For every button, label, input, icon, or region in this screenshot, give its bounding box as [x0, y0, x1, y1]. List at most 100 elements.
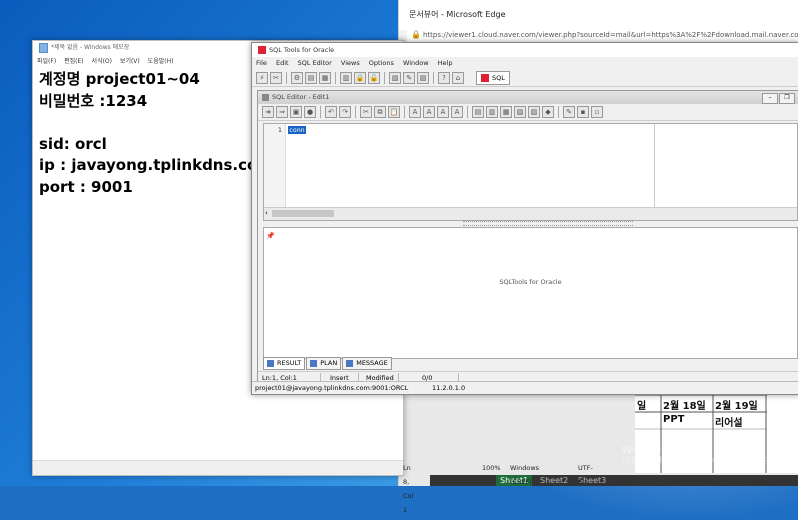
toolbar-separator: [558, 106, 559, 118]
menu-options[interactable]: Options: [369, 59, 394, 67]
info-icon[interactable]: ?: [438, 71, 450, 84]
toolbar-separator: [335, 71, 336, 84]
home-icon[interactable]: ⌂: [452, 71, 464, 84]
result-pane[interactable]: 📌 SQLTools for Oracle: [263, 227, 798, 359]
tab-result[interactable]: RESULT: [263, 357, 306, 370]
object-icon[interactable]: ▦: [319, 71, 331, 84]
replace-icon[interactable]: A: [437, 106, 449, 118]
menu-window[interactable]: Window: [403, 59, 429, 67]
sheet-tabs: Sheet1 Sheet2 Sheet3: [430, 475, 798, 486]
plan-tab-icon: [310, 360, 318, 367]
menu-edit[interactable]: Edit: [276, 59, 289, 67]
sql-tab-label: SQL: [492, 73, 505, 82]
browser-icon[interactable]: ▤: [305, 71, 317, 84]
uncomment-icon[interactable]: ▦: [500, 106, 512, 118]
menu-sql-editor[interactable]: SQL Editor: [298, 59, 332, 67]
toolbar-separator: [433, 71, 434, 84]
stop-icon[interactable]: ●: [304, 106, 316, 118]
tab-message[interactable]: MESSAGE: [342, 357, 392, 370]
sheet-cell[interactable]: 리어설: [715, 414, 743, 429]
toolbar-separator: [286, 71, 287, 84]
save-icon[interactable]: ▪: [577, 106, 589, 118]
menu-file[interactable]: 파일(F): [37, 58, 56, 65]
tab-plan-label: PLAN: [320, 359, 338, 367]
unlock-icon[interactable]: 🔓: [368, 71, 380, 84]
eraser-icon[interactable]: ✎: [563, 106, 575, 118]
paste-icon[interactable]: 📋: [388, 106, 400, 118]
sqltools-menubar: File Edit SQL Editor Views Options Windo…: [252, 57, 798, 69]
result-tabs: RESULT PLAN MESSAGE: [263, 357, 392, 370]
minimize-button[interactable]: –: [762, 93, 778, 104]
redo-icon[interactable]: ↷: [339, 106, 351, 118]
sqltools-title: SQL Tools for Oracle: [269, 46, 335, 54]
chart-icon[interactable]: ▨: [417, 71, 429, 84]
disconnect-icon[interactable]: ✂: [270, 71, 282, 84]
lock-icon[interactable]: 🔒: [354, 71, 366, 84]
indent-icon[interactable]: ▧: [514, 106, 526, 118]
sheet-cell[interactable]: PPT: [663, 414, 684, 425]
tools-icon[interactable]: ✎: [403, 71, 415, 84]
edge-title: 문서뷰어 - Microsoft Edge: [399, 0, 798, 30]
format-icon[interactable]: ▤: [472, 106, 484, 118]
toolbar-separator: [467, 106, 468, 118]
menu-edit[interactable]: 편집(E): [64, 58, 84, 65]
sheet-cell[interactable]: 일: [637, 397, 646, 412]
menu-file[interactable]: File: [256, 59, 267, 67]
explain-icon[interactable]: ▣: [290, 106, 302, 118]
sql-code-editor[interactable]: 1 conn ‹: [263, 123, 798, 221]
menu-view[interactable]: 보기(V): [120, 58, 140, 65]
connect-icon[interactable]: ⚡: [256, 71, 268, 84]
sheet-cell[interactable]: 2월 18일: [663, 397, 706, 412]
status-line-ending: Windows (CRLF): [510, 464, 540, 486]
sqltools-toolbar: ⚡ ✂ ⚙ ▤ ▦ ▥ 🔒 🔓 ▧ ✎ ▨ ? ⌂ SQL: [252, 69, 798, 87]
grid-icon[interactable]: ▥: [340, 71, 352, 84]
sheet-tab[interactable]: Sheet2: [540, 475, 568, 486]
edge-address-bar[interactable]: 🔒 https://viewer1.cloud.naver.com/viewer…: [407, 28, 798, 43]
tab-plan[interactable]: PLAN: [306, 357, 342, 370]
menu-views[interactable]: Views: [341, 59, 360, 67]
menu-help[interactable]: Help: [438, 59, 453, 67]
menu-help[interactable]: 도움말(H): [148, 58, 174, 65]
schema-icon[interactable]: ⚙: [291, 71, 303, 84]
sql-editor-toolbar: ➜ ⇒ ▣ ● ↶ ↷ ✂ ⧉ 📋 A A A A ▤ ▥ ▦ ▧ ▨ ◆ ✎ …: [258, 104, 798, 121]
result-tab-icon: [267, 360, 274, 367]
cut-icon[interactable]: ✂: [360, 106, 372, 118]
outdent-icon[interactable]: ▨: [528, 106, 540, 118]
notepad-icon: [39, 42, 48, 53]
sheet-cell[interactable]: 2월 19일: [715, 397, 758, 412]
pin-icon[interactable]: 📌: [266, 232, 275, 240]
scrollbar-thumb[interactable]: [272, 210, 334, 217]
horizontal-scrollbar[interactable]: ‹: [264, 207, 797, 220]
restore-button[interactable]: ❐: [779, 93, 795, 104]
execute-icon[interactable]: ➜: [262, 106, 274, 118]
goto-icon[interactable]: A: [451, 106, 463, 118]
pane-splitter[interactable]: [463, 221, 633, 226]
sql-editor-tab[interactable]: SQL: [476, 70, 510, 85]
notepad-text-area[interactable]: 계정명 project01~04 비밀번호 :1234 sid: orcl ip…: [39, 69, 273, 198]
status-encoding: UTF-8: [578, 464, 593, 486]
save-as-icon[interactable]: ▫: [591, 106, 603, 118]
find-next-icon[interactable]: A: [423, 106, 435, 118]
find-icon[interactable]: A: [409, 106, 421, 118]
message-tab-icon: [346, 360, 354, 367]
code-line[interactable]: conn: [288, 126, 306, 134]
tab-result-label: RESULT: [277, 359, 302, 367]
menu-format[interactable]: 서식(O): [92, 58, 112, 65]
lock-icon: 🔒: [411, 30, 421, 39]
selected-code-text[interactable]: conn: [288, 126, 306, 134]
execute-all-icon[interactable]: ⇒: [276, 106, 288, 118]
sql-editor-title: SQL Editor - Edit1: [272, 93, 330, 101]
copy-icon[interactable]: ⧉: [374, 106, 386, 118]
comment-icon[interactable]: ▥: [486, 106, 498, 118]
edge-url-text: https://viewer1.cloud.naver.com/viewer.p…: [423, 31, 798, 39]
scroll-left-icon[interactable]: ‹: [265, 208, 268, 219]
bookmark-icon[interactable]: ◆: [542, 106, 554, 118]
toolbar-separator: [404, 106, 405, 118]
report-icon[interactable]: ▧: [389, 71, 401, 84]
sqltools-titlebar: SQL Tools for Oracle: [252, 43, 798, 57]
sql-editor-window[interactable]: SQL Editor - Edit1 – ❐ ➜ ⇒ ▣ ● ↶ ↷ ✂ ⧉ 📋…: [257, 90, 798, 392]
undo-icon[interactable]: ↶: [325, 106, 337, 118]
sql-editor-icon: [262, 93, 269, 101]
oracle-version: 11.2.0.1.0: [432, 384, 466, 392]
sqltools-window[interactable]: SQL Tools for Oracle File Edit SQL Edito…: [251, 42, 798, 395]
